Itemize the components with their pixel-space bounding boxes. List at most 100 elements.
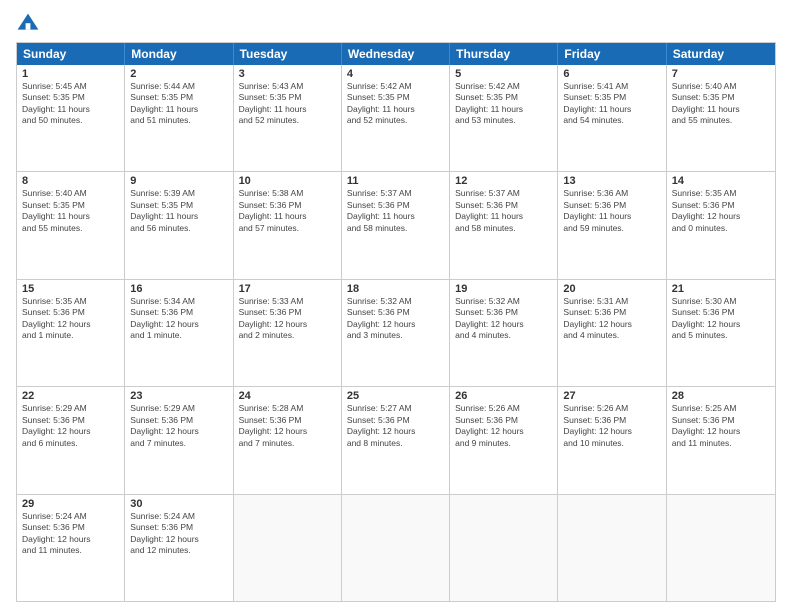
- day-number: 27: [563, 390, 660, 402]
- weekday-header: Friday: [558, 43, 666, 65]
- day-number: 1: [22, 68, 119, 80]
- calendar-cell: 13Sunrise: 5:36 AM Sunset: 5:36 PM Dayli…: [558, 172, 666, 278]
- day-info: Sunrise: 5:42 AM Sunset: 5:35 PM Dayligh…: [347, 81, 444, 127]
- page: SundayMondayTuesdayWednesdayThursdayFrid…: [0, 0, 792, 612]
- day-info: Sunrise: 5:33 AM Sunset: 5:36 PM Dayligh…: [239, 296, 336, 342]
- day-info: Sunrise: 5:37 AM Sunset: 5:36 PM Dayligh…: [455, 188, 552, 234]
- day-number: 6: [563, 68, 660, 80]
- calendar-cell: 27Sunrise: 5:26 AM Sunset: 5:36 PM Dayli…: [558, 387, 666, 493]
- day-info: Sunrise: 5:45 AM Sunset: 5:35 PM Dayligh…: [22, 81, 119, 127]
- day-info: Sunrise: 5:26 AM Sunset: 5:36 PM Dayligh…: [455, 403, 552, 449]
- day-number: 5: [455, 68, 552, 80]
- weekday-header: Sunday: [17, 43, 125, 65]
- day-info: Sunrise: 5:32 AM Sunset: 5:36 PM Dayligh…: [455, 296, 552, 342]
- calendar-cell: 12Sunrise: 5:37 AM Sunset: 5:36 PM Dayli…: [450, 172, 558, 278]
- calendar-cell: 24Sunrise: 5:28 AM Sunset: 5:36 PM Dayli…: [234, 387, 342, 493]
- calendar-cell: 1Sunrise: 5:45 AM Sunset: 5:35 PM Daylig…: [17, 65, 125, 171]
- day-info: Sunrise: 5:29 AM Sunset: 5:36 PM Dayligh…: [22, 403, 119, 449]
- calendar-cell: 5Sunrise: 5:42 AM Sunset: 5:35 PM Daylig…: [450, 65, 558, 171]
- day-info: Sunrise: 5:27 AM Sunset: 5:36 PM Dayligh…: [347, 403, 444, 449]
- day-number: 19: [455, 283, 552, 295]
- day-number: 20: [563, 283, 660, 295]
- day-info: Sunrise: 5:38 AM Sunset: 5:36 PM Dayligh…: [239, 188, 336, 234]
- calendar-cell: 7Sunrise: 5:40 AM Sunset: 5:35 PM Daylig…: [667, 65, 775, 171]
- logo: [16, 12, 44, 36]
- calendar-cell: 9Sunrise: 5:39 AM Sunset: 5:35 PM Daylig…: [125, 172, 233, 278]
- calendar-cell: 20Sunrise: 5:31 AM Sunset: 5:36 PM Dayli…: [558, 280, 666, 386]
- day-info: Sunrise: 5:42 AM Sunset: 5:35 PM Dayligh…: [455, 81, 552, 127]
- calendar-cell: 17Sunrise: 5:33 AM Sunset: 5:36 PM Dayli…: [234, 280, 342, 386]
- day-number: 2: [130, 68, 227, 80]
- day-info: Sunrise: 5:26 AM Sunset: 5:36 PM Dayligh…: [563, 403, 660, 449]
- calendar-cell: 29Sunrise: 5:24 AM Sunset: 5:36 PM Dayli…: [17, 495, 125, 601]
- day-number: 23: [130, 390, 227, 402]
- calendar-cell: 15Sunrise: 5:35 AM Sunset: 5:36 PM Dayli…: [17, 280, 125, 386]
- calendar-cell: 10Sunrise: 5:38 AM Sunset: 5:36 PM Dayli…: [234, 172, 342, 278]
- day-number: 3: [239, 68, 336, 80]
- weekday-header: Saturday: [667, 43, 775, 65]
- day-number: 24: [239, 390, 336, 402]
- calendar-cell: 30Sunrise: 5:24 AM Sunset: 5:36 PM Dayli…: [125, 495, 233, 601]
- day-info: Sunrise: 5:35 AM Sunset: 5:36 PM Dayligh…: [672, 188, 770, 234]
- day-info: Sunrise: 5:36 AM Sunset: 5:36 PM Dayligh…: [563, 188, 660, 234]
- calendar-body: 1Sunrise: 5:45 AM Sunset: 5:35 PM Daylig…: [17, 65, 775, 601]
- weekday-header: Thursday: [450, 43, 558, 65]
- calendar-cell: 8Sunrise: 5:40 AM Sunset: 5:35 PM Daylig…: [17, 172, 125, 278]
- day-info: Sunrise: 5:43 AM Sunset: 5:35 PM Dayligh…: [239, 81, 336, 127]
- day-number: 15: [22, 283, 119, 295]
- calendar-row: 22Sunrise: 5:29 AM Sunset: 5:36 PM Dayli…: [17, 386, 775, 493]
- day-number: 8: [22, 175, 119, 187]
- day-info: Sunrise: 5:24 AM Sunset: 5:36 PM Dayligh…: [22, 511, 119, 557]
- day-info: Sunrise: 5:24 AM Sunset: 5:36 PM Dayligh…: [130, 511, 227, 557]
- calendar: SundayMondayTuesdayWednesdayThursdayFrid…: [16, 42, 776, 602]
- day-info: Sunrise: 5:30 AM Sunset: 5:36 PM Dayligh…: [672, 296, 770, 342]
- day-number: 29: [22, 498, 119, 510]
- calendar-header: SundayMondayTuesdayWednesdayThursdayFrid…: [17, 43, 775, 65]
- calendar-cell: 2Sunrise: 5:44 AM Sunset: 5:35 PM Daylig…: [125, 65, 233, 171]
- day-info: Sunrise: 5:28 AM Sunset: 5:36 PM Dayligh…: [239, 403, 336, 449]
- logo-icon: [16, 12, 40, 36]
- day-number: 16: [130, 283, 227, 295]
- day-number: 7: [672, 68, 770, 80]
- day-number: 22: [22, 390, 119, 402]
- calendar-row: 8Sunrise: 5:40 AM Sunset: 5:35 PM Daylig…: [17, 171, 775, 278]
- calendar-cell: [450, 495, 558, 601]
- calendar-cell: 6Sunrise: 5:41 AM Sunset: 5:35 PM Daylig…: [558, 65, 666, 171]
- day-info: Sunrise: 5:35 AM Sunset: 5:36 PM Dayligh…: [22, 296, 119, 342]
- calendar-cell: [558, 495, 666, 601]
- day-info: Sunrise: 5:29 AM Sunset: 5:36 PM Dayligh…: [130, 403, 227, 449]
- day-number: 4: [347, 68, 444, 80]
- calendar-cell: 26Sunrise: 5:26 AM Sunset: 5:36 PM Dayli…: [450, 387, 558, 493]
- day-info: Sunrise: 5:32 AM Sunset: 5:36 PM Dayligh…: [347, 296, 444, 342]
- day-info: Sunrise: 5:40 AM Sunset: 5:35 PM Dayligh…: [672, 81, 770, 127]
- day-number: 11: [347, 175, 444, 187]
- day-number: 13: [563, 175, 660, 187]
- calendar-cell: [234, 495, 342, 601]
- calendar-cell: 18Sunrise: 5:32 AM Sunset: 5:36 PM Dayli…: [342, 280, 450, 386]
- day-info: Sunrise: 5:44 AM Sunset: 5:35 PM Dayligh…: [130, 81, 227, 127]
- day-number: 14: [672, 175, 770, 187]
- day-info: Sunrise: 5:34 AM Sunset: 5:36 PM Dayligh…: [130, 296, 227, 342]
- weekday-header: Wednesday: [342, 43, 450, 65]
- day-number: 18: [347, 283, 444, 295]
- calendar-cell: [342, 495, 450, 601]
- day-number: 25: [347, 390, 444, 402]
- calendar-row: 15Sunrise: 5:35 AM Sunset: 5:36 PM Dayli…: [17, 279, 775, 386]
- day-info: Sunrise: 5:25 AM Sunset: 5:36 PM Dayligh…: [672, 403, 770, 449]
- calendar-cell: 4Sunrise: 5:42 AM Sunset: 5:35 PM Daylig…: [342, 65, 450, 171]
- day-number: 28: [672, 390, 770, 402]
- day-info: Sunrise: 5:41 AM Sunset: 5:35 PM Dayligh…: [563, 81, 660, 127]
- header: [16, 12, 776, 36]
- calendar-cell: 19Sunrise: 5:32 AM Sunset: 5:36 PM Dayli…: [450, 280, 558, 386]
- calendar-row: 1Sunrise: 5:45 AM Sunset: 5:35 PM Daylig…: [17, 65, 775, 171]
- calendar-cell: 16Sunrise: 5:34 AM Sunset: 5:36 PM Dayli…: [125, 280, 233, 386]
- calendar-cell: 14Sunrise: 5:35 AM Sunset: 5:36 PM Dayli…: [667, 172, 775, 278]
- day-info: Sunrise: 5:40 AM Sunset: 5:35 PM Dayligh…: [22, 188, 119, 234]
- calendar-cell: 25Sunrise: 5:27 AM Sunset: 5:36 PM Dayli…: [342, 387, 450, 493]
- day-info: Sunrise: 5:31 AM Sunset: 5:36 PM Dayligh…: [563, 296, 660, 342]
- calendar-cell: 23Sunrise: 5:29 AM Sunset: 5:36 PM Dayli…: [125, 387, 233, 493]
- calendar-cell: 22Sunrise: 5:29 AM Sunset: 5:36 PM Dayli…: [17, 387, 125, 493]
- calendar-cell: 21Sunrise: 5:30 AM Sunset: 5:36 PM Dayli…: [667, 280, 775, 386]
- day-number: 17: [239, 283, 336, 295]
- calendar-row: 29Sunrise: 5:24 AM Sunset: 5:36 PM Dayli…: [17, 494, 775, 601]
